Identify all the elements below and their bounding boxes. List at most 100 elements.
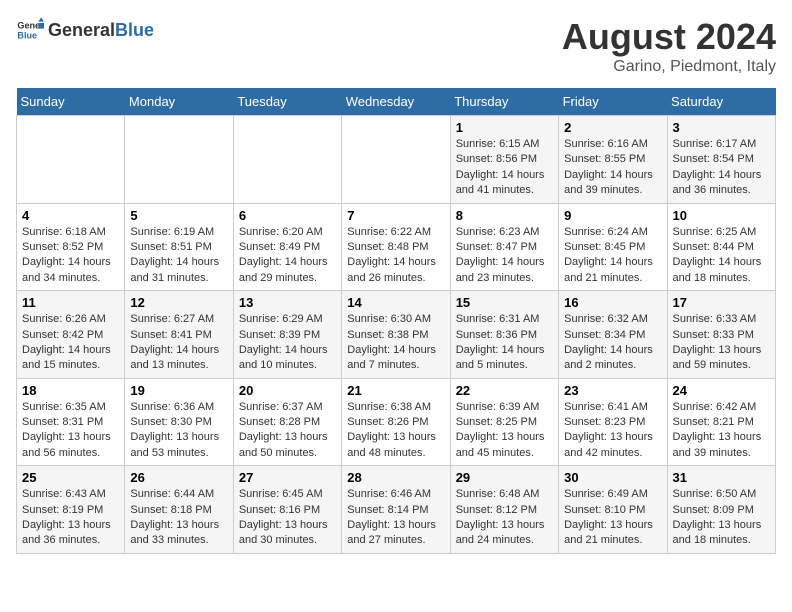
sub-title: Garino, Piedmont, Italy [562, 58, 776, 76]
day-number: 19 [130, 383, 227, 398]
day-info: Sunrise: 6:26 AM Sunset: 8:42 PM Dayligh… [22, 312, 119, 374]
week-row-4: 18Sunrise: 6:35 AM Sunset: 8:31 PM Dayli… [17, 378, 776, 466]
day-cell: 6Sunrise: 6:20 AM Sunset: 8:49 PM Daylig… [233, 203, 341, 291]
week-row-2: 4 Sunrise: 6:18 AM Sunset: 8:52 PM Daylig… [17, 203, 776, 291]
day-cell: 10 Sunrise: 6:25 AM Sunset: 8:44 PM Dayli… [667, 203, 775, 291]
day-cell: 13 Sunrise: 6:29 AM Sunset: 8:39 PM Dayli… [233, 291, 341, 379]
day-number: 28 [347, 470, 444, 485]
day-number: 8 [456, 208, 553, 223]
day-number: 21 [347, 383, 444, 398]
day-cell: 1 Sunrise: 6:15 AM Sunset: 8:56 PM Daylig… [450, 116, 558, 204]
day-number: 4 [22, 208, 119, 223]
header-day-saturday: Saturday [667, 88, 775, 116]
day-cell: 7Sunrise: 6:22 AM Sunset: 8:48 PM Daylig… [342, 203, 450, 291]
day-number: 11 [22, 295, 119, 310]
calendar-body: 1 Sunrise: 6:15 AM Sunset: 8:56 PM Daylig… [17, 116, 776, 554]
day-number: 16 [564, 295, 661, 310]
day-info: Sunrise: 6:50 AM Sunset: 8:09 PM Dayligh… [673, 487, 770, 549]
day-number: 15 [456, 295, 553, 310]
day-number: 29 [456, 470, 553, 485]
day-info: Sunrise: 6:44 AM Sunset: 8:18 PM Dayligh… [130, 487, 227, 549]
logo-blue-text: Blue [115, 20, 154, 41]
day-info: Sunrise: 6:23 AM Sunset: 8:47 PM Dayligh… [456, 225, 553, 287]
day-cell [17, 116, 125, 204]
day-number: 14 [347, 295, 444, 310]
calendar-header: SundayMondayTuesdayWednesdayThursdayFrid… [17, 88, 776, 116]
day-info: Sunrise: 6:29 AM Sunset: 8:39 PM Dayligh… [239, 312, 336, 374]
day-cell: 26Sunrise: 6:44 AM Sunset: 8:18 PM Dayli… [125, 466, 233, 554]
day-cell: 20Sunrise: 6:37 AM Sunset: 8:28 PM Dayli… [233, 378, 341, 466]
day-info: Sunrise: 6:15 AM Sunset: 8:56 PM Dayligh… [456, 137, 553, 199]
header-day-wednesday: Wednesday [342, 88, 450, 116]
day-info: Sunrise: 6:49 AM Sunset: 8:10 PM Dayligh… [564, 487, 661, 549]
day-number: 1 [456, 120, 553, 135]
week-row-1: 1 Sunrise: 6:15 AM Sunset: 8:56 PM Daylig… [17, 116, 776, 204]
day-info: Sunrise: 6:41 AM Sunset: 8:23 PM Dayligh… [564, 400, 661, 462]
logo: General Blue GeneralBlue [16, 16, 154, 44]
day-info: Sunrise: 6:25 AM Sunset: 8:44 PM Dayligh… [673, 225, 770, 287]
day-cell: 14 Sunrise: 6:30 AM Sunset: 8:38 PM Dayli… [342, 291, 450, 379]
day-number: 5 [130, 208, 227, 223]
day-info: Sunrise: 6:39 AM Sunset: 8:25 PM Dayligh… [456, 400, 553, 462]
day-info: Sunrise: 6:36 AM Sunset: 8:30 PM Dayligh… [130, 400, 227, 462]
day-cell: 3 Sunrise: 6:17 AM Sunset: 8:54 PM Daylig… [667, 116, 775, 204]
day-cell [125, 116, 233, 204]
day-number: 12 [130, 295, 227, 310]
day-number: 20 [239, 383, 336, 398]
day-info: Sunrise: 6:33 AM Sunset: 8:33 PM Dayligh… [673, 312, 770, 374]
day-info: Sunrise: 6:42 AM Sunset: 8:21 PM Dayligh… [673, 400, 770, 462]
week-row-3: 11 Sunrise: 6:26 AM Sunset: 8:42 PM Dayli… [17, 291, 776, 379]
day-cell: 12 Sunrise: 6:27 AM Sunset: 8:41 PM Dayli… [125, 291, 233, 379]
day-number: 18 [22, 383, 119, 398]
day-info: Sunrise: 6:22 AM Sunset: 8:48 PM Dayligh… [347, 225, 444, 287]
day-info: Sunrise: 6:48 AM Sunset: 8:12 PM Dayligh… [456, 487, 553, 549]
header-day-tuesday: Tuesday [233, 88, 341, 116]
day-info: Sunrise: 6:16 AM Sunset: 8:55 PM Dayligh… [564, 137, 661, 199]
svg-text:Blue: Blue [17, 30, 37, 40]
day-cell: 11 Sunrise: 6:26 AM Sunset: 8:42 PM Dayli… [17, 291, 125, 379]
day-number: 27 [239, 470, 336, 485]
day-cell: 4 Sunrise: 6:18 AM Sunset: 8:52 PM Daylig… [17, 203, 125, 291]
day-cell: 25Sunrise: 6:43 AM Sunset: 8:19 PM Dayli… [17, 466, 125, 554]
day-number: 3 [673, 120, 770, 135]
day-cell: 2 Sunrise: 6:16 AM Sunset: 8:55 PM Daylig… [559, 116, 667, 204]
day-cell: 8 Sunrise: 6:23 AM Sunset: 8:47 PM Daylig… [450, 203, 558, 291]
day-info: Sunrise: 6:17 AM Sunset: 8:54 PM Dayligh… [673, 137, 770, 199]
day-number: 10 [673, 208, 770, 223]
day-number: 31 [673, 470, 770, 485]
logo-general-text: General [48, 20, 115, 41]
day-number: 9 [564, 208, 661, 223]
day-cell: 17 Sunrise: 6:33 AM Sunset: 8:33 PM Dayli… [667, 291, 775, 379]
day-number: 22 [456, 383, 553, 398]
day-number: 30 [564, 470, 661, 485]
day-cell: 22 Sunrise: 6:39 AM Sunset: 8:25 PM Dayli… [450, 378, 558, 466]
week-row-5: 25Sunrise: 6:43 AM Sunset: 8:19 PM Dayli… [17, 466, 776, 554]
day-number: 17 [673, 295, 770, 310]
day-info: Sunrise: 6:46 AM Sunset: 8:14 PM Dayligh… [347, 487, 444, 549]
day-info: Sunrise: 6:18 AM Sunset: 8:52 PM Dayligh… [22, 225, 119, 287]
day-cell: 19 Sunrise: 6:36 AM Sunset: 8:30 PM Dayli… [125, 378, 233, 466]
day-info: Sunrise: 6:30 AM Sunset: 8:38 PM Dayligh… [347, 312, 444, 374]
day-info: Sunrise: 6:45 AM Sunset: 8:16 PM Dayligh… [239, 487, 336, 549]
day-info: Sunrise: 6:31 AM Sunset: 8:36 PM Dayligh… [456, 312, 553, 374]
day-info: Sunrise: 6:32 AM Sunset: 8:34 PM Dayligh… [564, 312, 661, 374]
day-info: Sunrise: 6:38 AM Sunset: 8:26 PM Dayligh… [347, 400, 444, 462]
day-cell: 24Sunrise: 6:42 AM Sunset: 8:21 PM Dayli… [667, 378, 775, 466]
day-number: 2 [564, 120, 661, 135]
day-info: Sunrise: 6:27 AM Sunset: 8:41 PM Dayligh… [130, 312, 227, 374]
day-info: Sunrise: 6:24 AM Sunset: 8:45 PM Dayligh… [564, 225, 661, 287]
day-info: Sunrise: 6:43 AM Sunset: 8:19 PM Dayligh… [22, 487, 119, 549]
header-day-thursday: Thursday [450, 88, 558, 116]
header-day-sunday: Sunday [17, 88, 125, 116]
day-cell: 29 Sunrise: 6:48 AM Sunset: 8:12 PM Dayli… [450, 466, 558, 554]
day-cell: 31 Sunrise: 6:50 AM Sunset: 8:09 PM Dayli… [667, 466, 775, 554]
day-info: Sunrise: 6:20 AM Sunset: 8:49 PM Dayligh… [239, 225, 336, 287]
day-info: Sunrise: 6:19 AM Sunset: 8:51 PM Dayligh… [130, 225, 227, 287]
day-cell [342, 116, 450, 204]
main-title: August 2024 [562, 16, 776, 58]
header-day-monday: Monday [125, 88, 233, 116]
header: General Blue GeneralBlue August 2024 Gar… [16, 16, 776, 76]
day-cell: 23Sunrise: 6:41 AM Sunset: 8:23 PM Dayli… [559, 378, 667, 466]
logo-icon: General Blue [16, 16, 44, 44]
day-number: 13 [239, 295, 336, 310]
